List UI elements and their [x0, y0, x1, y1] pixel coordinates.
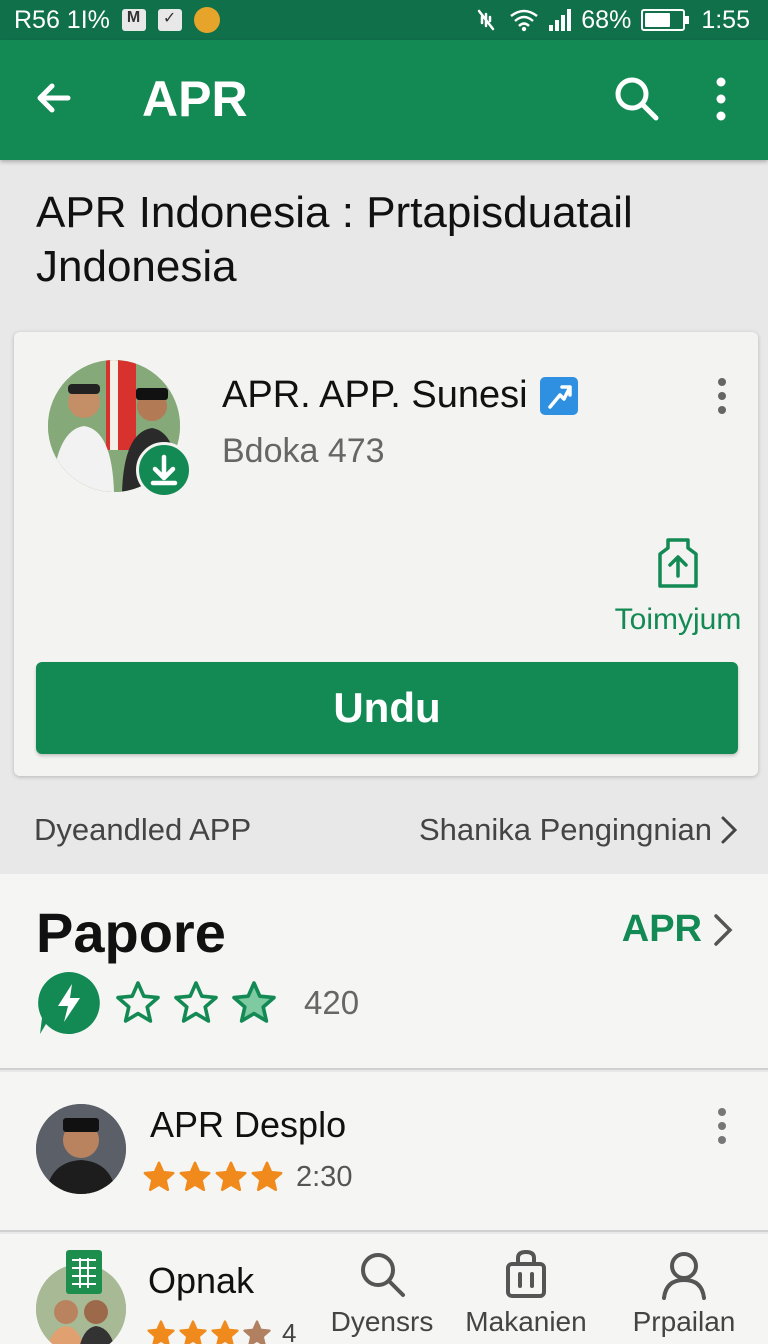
- item-title: Opnak: [148, 1260, 255, 1301]
- star-icon: [179, 1161, 211, 1192]
- nav-shop[interactable]: Makanien: [456, 1248, 596, 1338]
- section-title: Papore: [36, 901, 226, 964]
- star-rating: [146, 1319, 272, 1344]
- search-icon: [361, 1253, 405, 1297]
- star-icon: [143, 1161, 175, 1192]
- star-icon: [211, 1319, 239, 1344]
- download-button[interactable]: Undu: [36, 662, 738, 754]
- status-time: 1:55: [701, 5, 750, 34]
- star-icon: [243, 1319, 271, 1344]
- rating-row: 420: [36, 970, 359, 1036]
- nav-search[interactable]: Dyensrs: [312, 1248, 452, 1338]
- app-name: APR. APP. Sunesi: [222, 374, 578, 417]
- app-card: APR. APP. Sunesi Bdoka 473 Toimyjum Undu: [14, 332, 758, 776]
- star-icon: [232, 981, 276, 1023]
- spreadsheet-icon: [66, 1250, 102, 1294]
- star-icon: [251, 1161, 283, 1192]
- star-icon: [147, 1319, 175, 1344]
- status-carrier-text: R56 1I%: [14, 5, 110, 34]
- star-icon: [215, 1161, 247, 1192]
- item-rating: 2:30: [142, 1160, 352, 1194]
- app-bar-title: APR: [142, 71, 248, 127]
- nav-label: Dyensrs: [330, 1306, 434, 1337]
- star-icon: [174, 981, 218, 1023]
- links-row: Dyeandled APP Shanika Pengingnian: [0, 800, 768, 860]
- rating-section: Papore APR 420: [0, 874, 768, 1070]
- chevron-right-icon: [714, 913, 733, 946]
- share-icon: [658, 538, 698, 588]
- battery-percent: 68%: [581, 5, 632, 34]
- star-rating: [142, 1160, 284, 1194]
- checkbox-notification-icon: [157, 8, 182, 31]
- settings-link-label: Shanika Pengingnian: [418, 812, 712, 847]
- mute-icon: [478, 9, 495, 31]
- item-title: APR Desplo: [150, 1104, 347, 1145]
- star-icon: [116, 981, 160, 1023]
- shopping-bag-icon: [506, 1249, 546, 1298]
- arrow-back-icon[interactable]: [32, 78, 72, 118]
- app-bar: APR: [0, 40, 768, 160]
- settings-link[interactable]: Shanika Pengingnian: [419, 812, 738, 848]
- section-link-label: APR: [621, 908, 702, 950]
- page-title: APR Indonesia : Prtapisduatail Jndonesia: [36, 188, 633, 291]
- emoji-notification-icon: [193, 7, 220, 33]
- search-icon[interactable]: [612, 74, 660, 122]
- item-count: 4: [282, 1318, 297, 1344]
- signal-icon: [549, 9, 572, 31]
- star-rating: [114, 979, 278, 1027]
- card-more-icon[interactable]: [712, 376, 732, 416]
- star-icon: [179, 1319, 207, 1344]
- list-item[interactable]: APR Desplo 2:30: [0, 1072, 768, 1232]
- rating-count: 420: [304, 984, 360, 1021]
- section-more-link[interactable]: APR: [622, 908, 734, 951]
- wifi-icon: [510, 9, 539, 32]
- download-badge-icon: [136, 442, 192, 498]
- chevron-right-icon: [721, 816, 738, 844]
- app-name-text: APR. APP. Sunesi: [222, 374, 528, 416]
- gmail-icon: [121, 9, 146, 31]
- more-vert-icon[interactable]: [706, 76, 736, 122]
- bolt-chat-icon: [38, 972, 100, 1034]
- nav-profile[interactable]: Prpailan: [614, 1248, 754, 1338]
- avatar: [36, 1104, 126, 1194]
- profile-icon: [662, 1252, 706, 1300]
- item-more-icon[interactable]: [712, 1106, 732, 1146]
- share-label: Toimyjum: [614, 603, 742, 636]
- battery-icon: [641, 9, 690, 31]
- item-rating: 4: [146, 1318, 296, 1344]
- developer-badge-icon: [539, 376, 578, 415]
- app-subtitle: Bdoka 473: [222, 432, 385, 470]
- item-meta: 2:30: [296, 1160, 353, 1193]
- nav-label: Makanien: [465, 1306, 587, 1337]
- status-bar: R56 1I% 68% 1:55: [0, 0, 768, 40]
- share-button[interactable]: Toimyjum: [610, 532, 746, 637]
- downloaded-app-link[interactable]: Dyeandled APP: [34, 812, 251, 848]
- bottom-area: Opnak 4 Dyensrs Makanien Prpailan: [0, 1234, 768, 1344]
- nav-label: Prpailan: [632, 1306, 736, 1337]
